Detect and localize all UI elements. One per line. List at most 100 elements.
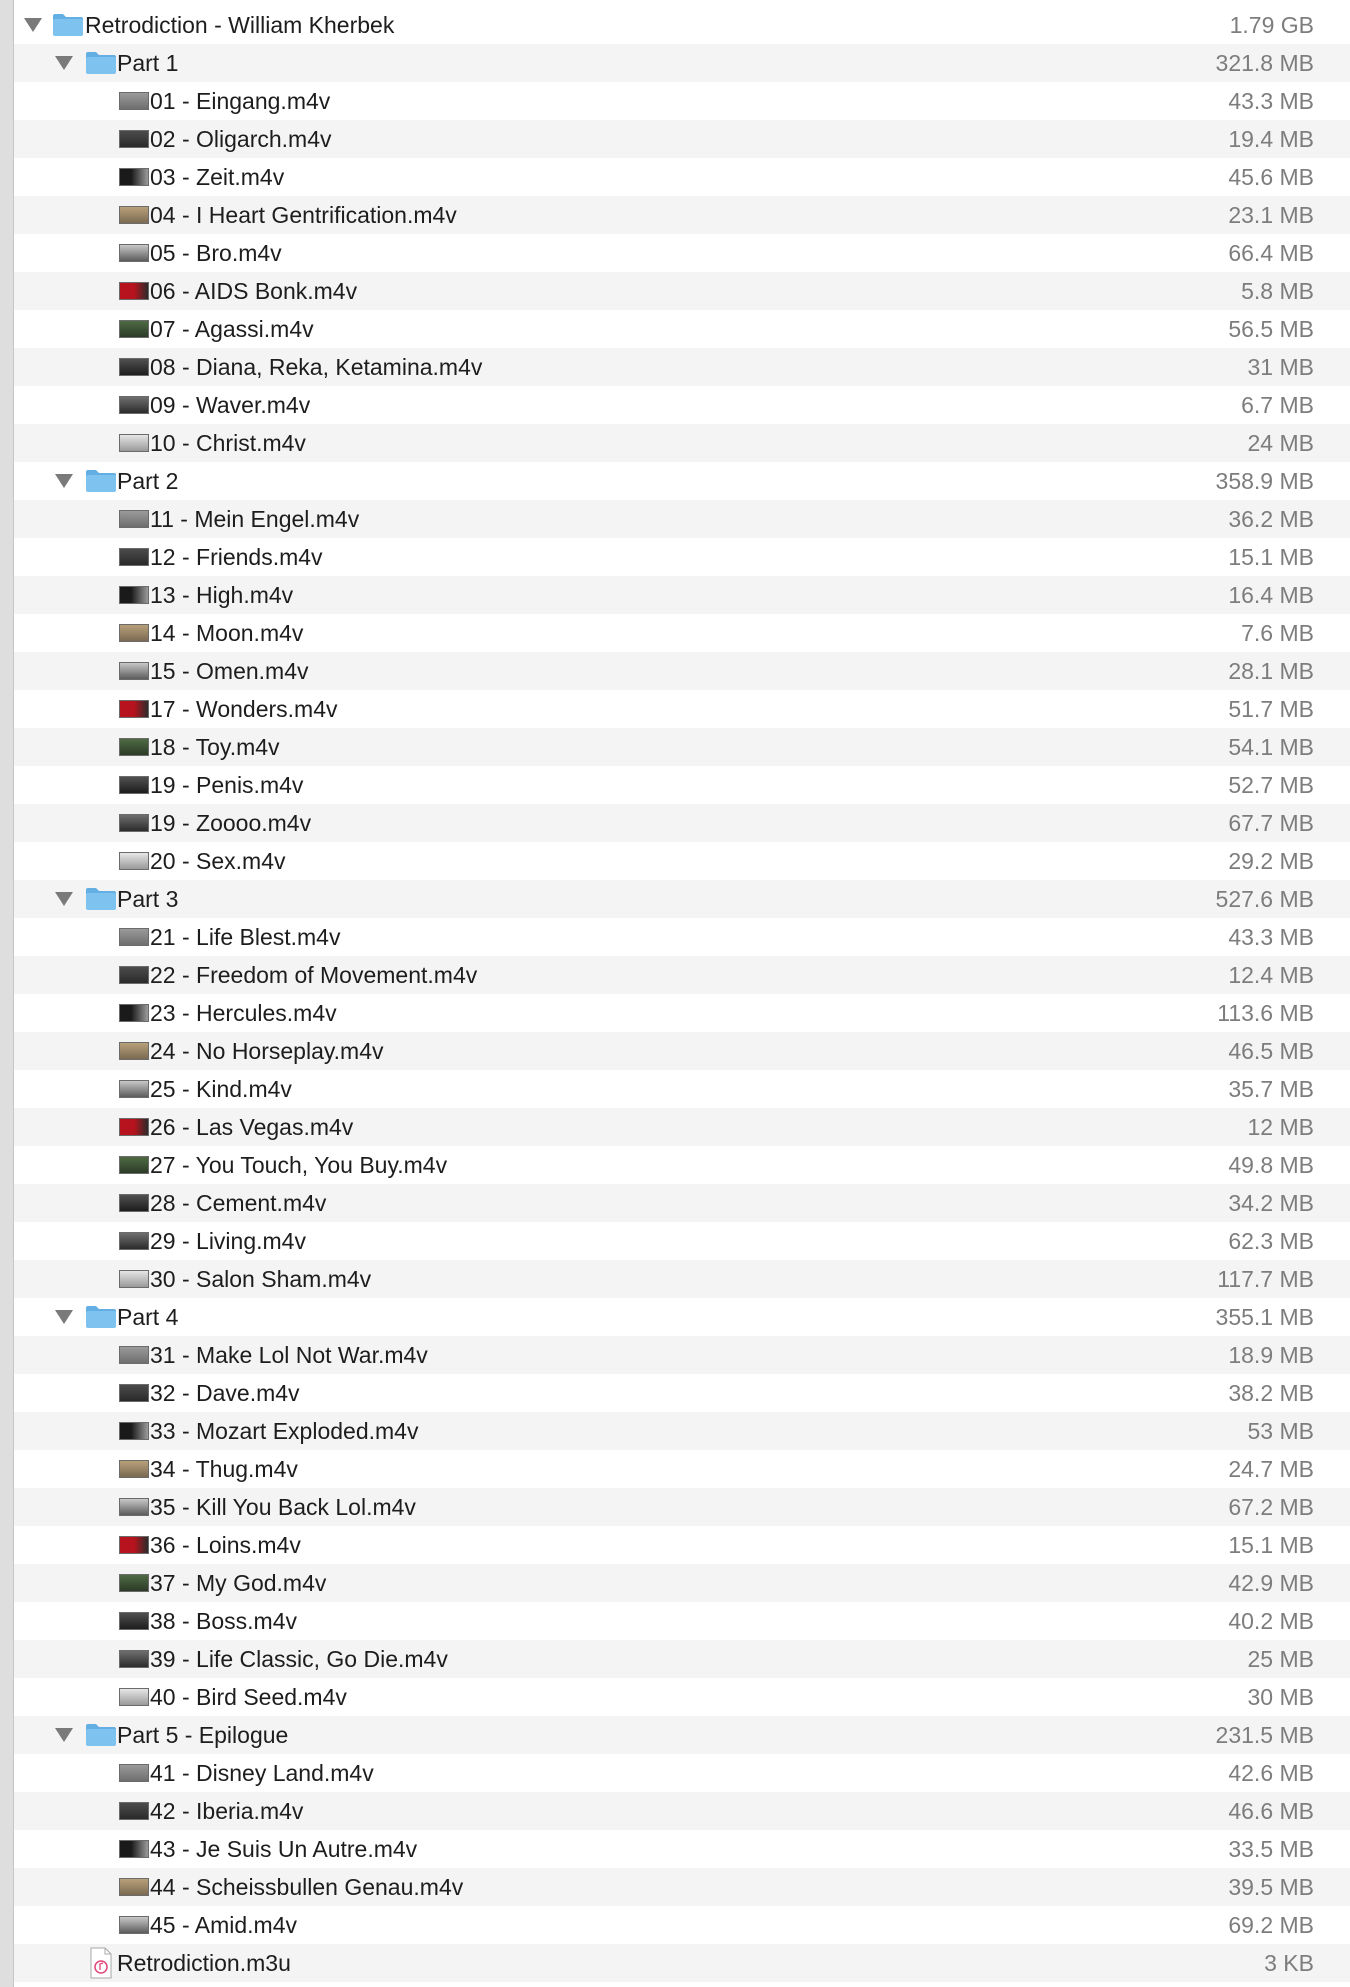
video-thumbnail-icon: [119, 1650, 149, 1668]
item-size: 12.4 MB: [1228, 962, 1314, 988]
item-size: 5.8 MB: [1241, 278, 1314, 304]
file-row[interactable]: 13 - High.m4v 16.4 MB: [14, 576, 1350, 614]
video-thumbnail-icon: [119, 1612, 149, 1630]
file-row[interactable]: 09 - Waver.m4v 6.7 MB: [14, 386, 1350, 424]
video-thumbnail-icon: [119, 434, 149, 452]
file-row[interactable]: 22 - Freedom of Movement.m4v 12.4 MB: [14, 956, 1350, 994]
file-row[interactable]: 19 - Zoooo.m4v 67.7 MB: [14, 804, 1350, 842]
file-row[interactable]: 30 - Salon Sham.m4v 117.7 MB: [14, 1260, 1350, 1298]
item-name: 17 - Wonders.m4v: [150, 696, 338, 722]
file-row[interactable]: 01 - Eingang.m4v 43.3 MB: [14, 82, 1350, 120]
file-row[interactable]: 02 - Oligarch.m4v 19.4 MB: [14, 120, 1350, 158]
file-row[interactable]: 04 - I Heart Gentrification.m4v 23.1 MB: [14, 196, 1350, 234]
folder-row[interactable]: Part 1 321.8 MB: [14, 44, 1350, 82]
item-size: 25 MB: [1247, 1646, 1314, 1672]
item-size: 45.6 MB: [1228, 164, 1314, 190]
file-row[interactable]: 32 - Dave.m4v 38.2 MB: [14, 1374, 1350, 1412]
item-size: 24 MB: [1247, 430, 1314, 456]
item-size: 1.79 GB: [1229, 12, 1314, 38]
item-size: 42.6 MB: [1228, 1760, 1314, 1786]
disclosure-triangle-icon[interactable]: [24, 18, 42, 32]
item-size: 113.6 MB: [1217, 1000, 1314, 1026]
file-row[interactable]: 23 - Hercules.m4v 113.6 MB: [14, 994, 1350, 1032]
item-size: 43.3 MB: [1228, 924, 1314, 950]
file-row[interactable]: 40 - Bird Seed.m4v 30 MB: [14, 1678, 1350, 1716]
finder-window: Retrodiction - William Kherbek 1.79 GB Par…: [0, 0, 1350, 1987]
file-row[interactable]: 12 - Friends.m4v 15.1 MB: [14, 538, 1350, 576]
disclosure-triangle-icon[interactable]: [55, 474, 73, 488]
file-row[interactable]: 35 - Kill You Back Lol.m4v 67.2 MB: [14, 1488, 1350, 1526]
file-row[interactable]: 29 - Living.m4v 62.3 MB: [14, 1222, 1350, 1260]
file-row[interactable]: 03 - Zeit.m4v 45.6 MB: [14, 158, 1350, 196]
item-size: 51.7 MB: [1228, 696, 1314, 722]
file-row[interactable]: 42 - Iberia.m4v 46.6 MB: [14, 1792, 1350, 1830]
file-row[interactable]: 10 - Christ.m4v 24 MB: [14, 424, 1350, 462]
video-thumbnail-icon: [119, 814, 149, 832]
video-thumbnail-icon: [119, 586, 149, 604]
item-name: 42 - Iberia.m4v: [150, 1798, 304, 1824]
disclosure-triangle-icon[interactable]: [55, 1728, 73, 1742]
item-size: 321.8 MB: [1215, 50, 1314, 76]
file-row[interactable]: 34 - Thug.m4v 24.7 MB: [14, 1450, 1350, 1488]
disclosure-triangle-icon[interactable]: [55, 56, 73, 70]
file-row[interactable]: 37 - My God.m4v 42.9 MB: [14, 1564, 1350, 1602]
item-name: Part 5 - Epilogue: [117, 1722, 289, 1748]
file-list: Retrodiction - William Kherbek 1.79 GB Par…: [14, 6, 1350, 1982]
item-name: 33 - Mozart Exploded.m4v: [150, 1418, 419, 1444]
item-name: 15 - Omen.m4v: [150, 658, 309, 684]
video-thumbnail-icon: [119, 700, 149, 718]
file-row[interactable]: 15 - Omen.m4v 28.1 MB: [14, 652, 1350, 690]
item-size: 15.1 MB: [1228, 544, 1314, 570]
file-row[interactable]: 33 - Mozart Exploded.m4v 53 MB: [14, 1412, 1350, 1450]
file-row[interactable]: 39 - Life Classic, Go Die.m4v 25 MB: [14, 1640, 1350, 1678]
item-name: 30 - Salon Sham.m4v: [150, 1266, 372, 1292]
file-row[interactable]: 05 - Bro.m4v 66.4 MB: [14, 234, 1350, 272]
video-thumbnail-icon: [119, 1042, 149, 1060]
file-row[interactable]: 11 - Mein Engel.m4v 36.2 MB: [14, 500, 1350, 538]
item-name: 18 - Toy.m4v: [150, 734, 280, 760]
folder-row[interactable]: Part 2 358.9 MB: [14, 462, 1350, 500]
disclosure-triangle-icon[interactable]: [55, 1310, 73, 1324]
file-row[interactable]: 43 - Je Suis Un Autre.m4v 33.5 MB: [14, 1830, 1350, 1868]
file-row[interactable]: 21 - Life Blest.m4v 43.3 MB: [14, 918, 1350, 956]
item-name: 43 - Je Suis Un Autre.m4v: [150, 1836, 418, 1862]
item-size: 31 MB: [1247, 354, 1314, 380]
file-row[interactable]: 25 - Kind.m4v 35.7 MB: [14, 1070, 1350, 1108]
folder-row[interactable]: Part 3 527.6 MB: [14, 880, 1350, 918]
playlist-file-row[interactable]: Retrodiction.m3u 3 KB: [14, 1944, 1350, 1982]
disclosure-triangle-icon[interactable]: [55, 892, 73, 906]
file-row[interactable]: 38 - Boss.m4v 40.2 MB: [14, 1602, 1350, 1640]
file-row[interactable]: 06 - AIDS Bonk.m4v 5.8 MB: [14, 272, 1350, 310]
file-row[interactable]: 18 - Toy.m4v 54.1 MB: [14, 728, 1350, 766]
file-row[interactable]: 28 - Cement.m4v 34.2 MB: [14, 1184, 1350, 1222]
file-row[interactable]: 36 - Loins.m4v 15.1 MB: [14, 1526, 1350, 1564]
file-row[interactable]: 27 - You Touch, You Buy.m4v 49.8 MB: [14, 1146, 1350, 1184]
file-row[interactable]: 26 - Las Vegas.m4v 12 MB: [14, 1108, 1350, 1146]
file-row[interactable]: 45 - Amid.m4v 69.2 MB: [14, 1906, 1350, 1944]
folder-row-root[interactable]: Retrodiction - William Kherbek 1.79 GB: [14, 6, 1350, 44]
item-size: 15.1 MB: [1228, 1532, 1314, 1558]
folder-row[interactable]: Part 4 355.1 MB: [14, 1298, 1350, 1336]
item-name: 09 - Waver.m4v: [150, 392, 311, 418]
file-row[interactable]: 24 - No Horseplay.m4v 46.5 MB: [14, 1032, 1350, 1070]
video-thumbnail-icon: [119, 1878, 149, 1896]
item-size: 69.2 MB: [1228, 1912, 1314, 1938]
file-row[interactable]: 17 - Wonders.m4v 51.7 MB: [14, 690, 1350, 728]
file-row[interactable]: 41 - Disney Land.m4v 42.6 MB: [14, 1754, 1350, 1792]
file-row[interactable]: 44 - Scheissbullen Genau.m4v 39.5 MB: [14, 1868, 1350, 1906]
file-row[interactable]: 20 - Sex.m4v 29.2 MB: [14, 842, 1350, 880]
file-row[interactable]: 07 - Agassi.m4v 56.5 MB: [14, 310, 1350, 348]
item-name: Part 3: [117, 886, 179, 912]
item-size: 12 MB: [1247, 1114, 1314, 1140]
video-thumbnail-icon: [119, 1840, 149, 1858]
file-row[interactable]: 19 - Penis.m4v 52.7 MB: [14, 766, 1350, 804]
item-name: 25 - Kind.m4v: [150, 1076, 292, 1102]
file-row[interactable]: 08 - Diana, Reka, Ketamina.m4v 31 MB: [14, 348, 1350, 386]
folder-row[interactable]: Part 5 - Epilogue 231.5 MB: [14, 1716, 1350, 1754]
item-name: 29 - Living.m4v: [150, 1228, 306, 1254]
video-thumbnail-icon: [119, 1764, 149, 1782]
item-size: 6.7 MB: [1241, 392, 1314, 418]
file-row[interactable]: 14 - Moon.m4v 7.6 MB: [14, 614, 1350, 652]
file-row[interactable]: 31 - Make Lol Not War.m4v 18.9 MB: [14, 1336, 1350, 1374]
item-name: 05 - Bro.m4v: [150, 240, 282, 266]
